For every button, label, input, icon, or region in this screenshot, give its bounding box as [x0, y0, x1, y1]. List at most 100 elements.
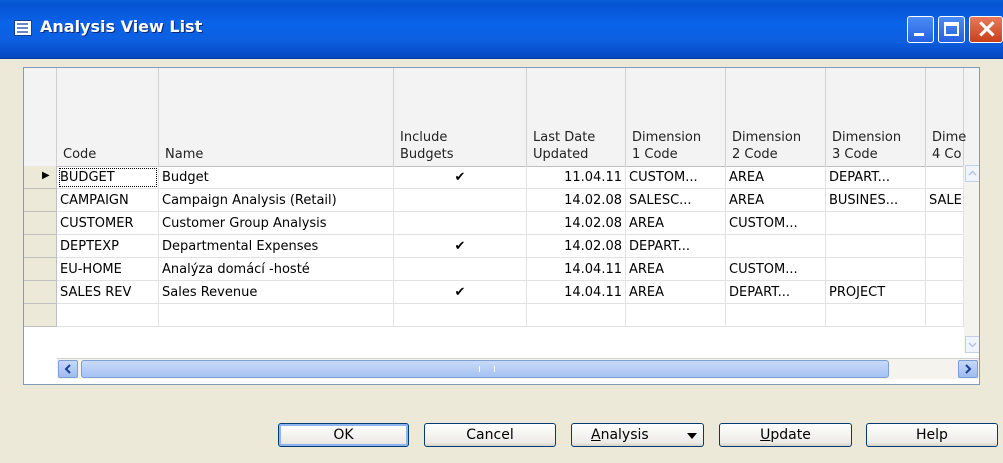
cell-include-budgets[interactable]: [394, 212, 527, 235]
cell-dim2[interactable]: CUSTOM...: [726, 258, 826, 281]
cell-code[interactable]: DEPTEXP: [57, 235, 159, 258]
cell-dim4[interactable]: [926, 304, 964, 327]
column-header-dim1[interactable]: Dimension 1 Code: [626, 68, 726, 166]
cell-name[interactable]: Departmental Expenses: [159, 235, 394, 258]
cell-dim4[interactable]: [926, 281, 964, 304]
arrow-right-icon[interactable]: [958, 360, 978, 378]
arrow-left-icon[interactable]: [58, 360, 78, 378]
column-header-dim4[interactable]: Dime 4 Co: [926, 68, 966, 166]
cell-code[interactable]: CAMPAIGN: [57, 189, 159, 212]
current-row-indicator-icon: ▶: [42, 170, 50, 181]
cell-name[interactable]: Budget: [159, 166, 394, 189]
cell-dim1[interactable]: AREA: [626, 281, 726, 304]
cell-dim2[interactable]: AREA: [726, 166, 826, 189]
window-title: Analysis View List: [40, 17, 203, 36]
cell-dim1[interactable]: SALESC...: [626, 189, 726, 212]
cell-code[interactable]: EU-HOME: [57, 258, 159, 281]
cell-last-date-updated[interactable]: 11.04.11: [527, 166, 626, 189]
cell-dim4[interactable]: SALE: [926, 189, 964, 212]
column-header-include-budgets[interactable]: Include Budgets: [394, 68, 527, 166]
cell-dim4[interactable]: [926, 212, 964, 235]
scroll-thumb[interactable]: [81, 360, 889, 378]
cell-include-budgets[interactable]: ✔: [394, 166, 527, 189]
cell-code[interactable]: CUSTOMER: [57, 212, 159, 235]
cell-include-budgets[interactable]: [394, 189, 527, 212]
cell-dim1[interactable]: DEPART...: [626, 235, 726, 258]
cell-code[interactable]: BUDGET: [57, 166, 159, 189]
cell-include-budgets[interactable]: ✔: [394, 235, 527, 258]
column-header-dim2[interactable]: Dimension 2 Code: [726, 68, 826, 166]
update-label: pdate: [770, 427, 811, 443]
cell-last-date-updated[interactable]: 14.04.11: [527, 281, 626, 304]
cell-code[interactable]: SALES REV: [57, 281, 159, 304]
scroll-grip: [479, 366, 495, 372]
cell-dim1[interactable]: [626, 304, 726, 327]
cell-dim4[interactable]: [926, 166, 964, 189]
cell-last-date-updated[interactable]: 14.04.11: [527, 258, 626, 281]
analysis-label: nalysis: [600, 427, 649, 443]
update-button[interactable]: Update: [719, 423, 852, 447]
cell-include-budgets[interactable]: [394, 258, 527, 281]
cell-last-date-updated[interactable]: 14.02.08: [527, 235, 626, 258]
column-header-label: Last Date Updated: [533, 130, 596, 162]
maximize-button[interactable]: [938, 16, 965, 43]
ok-button[interactable]: OK: [278, 423, 409, 447]
cell-dim1[interactable]: CUSTOM...: [626, 166, 726, 189]
analysis-view-grid[interactable]: Code Name Include Budgets Last Date Updated…: [23, 67, 980, 385]
column-header-code[interactable]: Code: [57, 68, 159, 166]
analysis-button[interactable]: Analysis: [571, 423, 704, 447]
cell-dim2[interactable]: [726, 235, 826, 258]
cell-last-date-updated[interactable]: 14.02.08: [527, 189, 626, 212]
column-header-label: Include Budgets: [400, 130, 454, 162]
cell-dim3[interactable]: [826, 304, 926, 327]
cell-last-date-updated[interactable]: 14.02.08: [527, 212, 626, 235]
cell-dim3[interactable]: DEPART...: [826, 166, 926, 189]
cell-dim3[interactable]: PROJECT: [826, 281, 926, 304]
row-selector[interactable]: [24, 235, 57, 258]
cell-name[interactable]: Sales Revenue: [159, 281, 394, 304]
horizontal-scrollbar[interactable]: [57, 358, 979, 379]
cancel-button[interactable]: Cancel: [424, 423, 556, 447]
column-header-label: Dimension 1 Code: [632, 130, 702, 162]
column-header-label: Code: [63, 147, 97, 162]
cell-include-budgets[interactable]: ✔: [394, 281, 527, 304]
row-selector[interactable]: ▶: [24, 166, 57, 189]
cell-dim4[interactable]: [926, 235, 964, 258]
arrow-down-icon[interactable]: [965, 336, 979, 353]
cell-name[interactable]: Analýza domácí -hosté: [159, 258, 394, 281]
cell-dim2[interactable]: DEPART...: [726, 281, 826, 304]
cell-name[interactable]: Customer Group Analysis: [159, 212, 394, 235]
row-selector[interactable]: [24, 212, 57, 235]
cell-dim2[interactable]: [726, 304, 826, 327]
cell-last-date-updated[interactable]: [527, 304, 626, 327]
row-selector[interactable]: [24, 189, 57, 212]
cell-dim3[interactable]: [826, 212, 926, 235]
cell-code[interactable]: [57, 304, 159, 327]
arrow-up-icon[interactable]: [965, 165, 979, 182]
update-mnemonic: U: [760, 427, 771, 443]
cell-dim4[interactable]: [926, 258, 964, 281]
cell-dim1[interactable]: AREA: [626, 258, 726, 281]
minimize-button[interactable]: [907, 16, 934, 43]
row-selector[interactable]: [24, 258, 57, 281]
row-selector[interactable]: [24, 304, 57, 327]
cell-dim2[interactable]: CUSTOM...: [726, 212, 826, 235]
vertical-scrollbar[interactable]: [964, 165, 979, 353]
cell-include-budgets[interactable]: [394, 304, 527, 327]
header-row-selector: [24, 68, 57, 166]
cell-dim3[interactable]: [826, 258, 926, 281]
cell-dim1[interactable]: AREA: [626, 212, 726, 235]
cell-name[interactable]: Campaign Analysis (Retail): [159, 189, 394, 212]
cell-dim2[interactable]: AREA: [726, 189, 826, 212]
column-header-last-date-updated[interactable]: Last Date Updated: [527, 68, 626, 166]
close-button[interactable]: [969, 14, 1003, 44]
row-selector[interactable]: [24, 281, 57, 304]
cell-dim3[interactable]: [826, 235, 926, 258]
column-header-name[interactable]: Name: [159, 68, 394, 166]
column-header-dim3[interactable]: Dimension 3 Code: [826, 68, 926, 166]
column-header-label: Dimension 2 Code: [732, 130, 802, 162]
cell-dim3[interactable]: BUSINES...: [826, 189, 926, 212]
help-button[interactable]: Help: [866, 423, 998, 447]
title-bar[interactable]: Analysis View List: [0, 0, 1003, 59]
cell-name[interactable]: [159, 304, 394, 327]
